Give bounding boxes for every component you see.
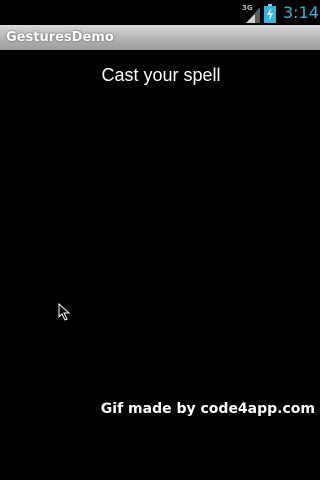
watermark-text: Gif made by code4app.com	[100, 401, 315, 417]
status-clock: 3:14	[283, 3, 319, 22]
signal-icon	[246, 7, 260, 23]
app-title-bar: GesturesDemo	[0, 25, 320, 50]
battery-charging-icon	[264, 4, 276, 23]
mouse-pointer-icon	[58, 303, 70, 321]
app-title: GesturesDemo	[6, 30, 114, 45]
page-title: Cast your spell	[101, 65, 221, 85]
status-bar: 3G 3:14	[0, 0, 320, 25]
